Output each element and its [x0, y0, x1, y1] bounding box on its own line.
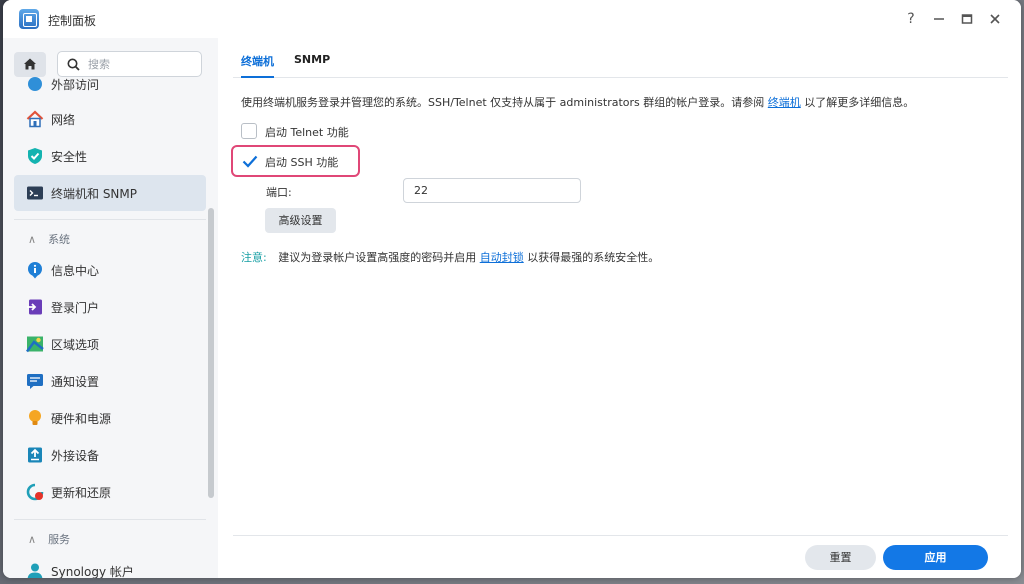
tab-bar: 终端机 SNMP: [233, 38, 1008, 78]
sidebar-item-label: 安全性: [51, 150, 88, 164]
sidebar-item-network[interactable]: 网络: [14, 101, 206, 137]
user-icon: [27, 563, 43, 578]
sidebar-item-label: 更新和还原: [51, 486, 112, 500]
sidebar-item-label: 通知设置: [51, 375, 100, 389]
port-label: 端口:: [266, 186, 292, 199]
notification-icon: [27, 374, 43, 389]
sidebar-item-label: 信息中心: [51, 264, 100, 278]
update-restore-icon: [26, 483, 44, 501]
sidebar-item-hardware-power[interactable]: 硬件和电源: [14, 400, 206, 436]
close-button[interactable]: [984, 8, 1006, 30]
sidebar-scrollbar[interactable]: [208, 208, 214, 498]
security-note: 注意: 建议为登录帐户设置高强度的密码并启用 自动封锁 以获得最强的系统安全性。: [241, 249, 659, 265]
sidebar-divider: [14, 519, 206, 520]
sidebar-item-label: 区域选项: [51, 338, 100, 352]
help-icon: ?: [907, 11, 915, 27]
note-text-end: 以获得最强的系统安全性。: [527, 251, 660, 264]
apply-button[interactable]: 应用: [883, 545, 988, 570]
sidebar-header-area: [3, 38, 218, 82]
sidebar-item-external-devices[interactable]: 外接设备: [14, 437, 206, 473]
sidebar-item-notification[interactable]: 通知设置: [14, 363, 206, 399]
control-panel-app-icon: [19, 9, 39, 29]
tab-snmp[interactable]: SNMP: [294, 53, 330, 66]
sidebar-item-terminal-snmp[interactable]: 终端机和 SNMP: [14, 175, 206, 211]
window-title: 控制面板: [48, 14, 97, 28]
terminal-help-link[interactable]: 终端机: [768, 96, 801, 109]
maximize-button[interactable]: [956, 8, 978, 30]
sidebar-item-info-center[interactable]: 信息中心: [14, 252, 206, 288]
auto-block-link[interactable]: 自动封锁: [480, 251, 524, 264]
description-text-end: 以了解更多详细信息。: [804, 96, 915, 109]
sidebar-item-synology-account[interactable]: Synology 帐户: [14, 553, 206, 578]
upload-device-icon: [28, 447, 42, 463]
close-icon: [990, 14, 1000, 24]
title-bar: 控制面板 ?: [3, 0, 1021, 38]
sidebar-item-label: 终端机和 SNMP: [51, 187, 137, 201]
main-panel: 终端机 SNMP 使用终端机服务登录并管理您的系统。SSH/Telnet 仅支持…: [218, 38, 1021, 578]
section-header-services[interactable]: ∧ 服务: [28, 531, 70, 547]
sidebar-item-login-portal[interactable]: 登录门户: [14, 289, 206, 325]
ssh-label: 启动 SSH 功能: [265, 156, 339, 169]
ssh-checkbox-checked-icon[interactable]: [241, 152, 259, 170]
chevron-up-icon: ∧: [28, 233, 37, 246]
reset-button[interactable]: 重置: [805, 545, 876, 570]
sidebar-item-label: 登录门户: [51, 301, 100, 315]
sidebar-item-security[interactable]: 安全性: [14, 138, 206, 174]
shield-icon: [28, 148, 42, 164]
section-title: 系统: [48, 233, 71, 246]
bulb-icon: [29, 410, 41, 425]
advanced-settings-button[interactable]: 高级设置: [265, 208, 336, 233]
network-house-icon: [26, 110, 44, 128]
map-icon: [26, 336, 44, 353]
description-text: 使用终端机服务登录并管理您的系统。SSH/Telnet 仅支持从属于 admin…: [241, 96, 765, 109]
section-title: 服务: [48, 533, 71, 546]
port-input[interactable]: [403, 178, 581, 203]
sidebar-item-label: Synology 帐户: [51, 565, 134, 578]
sidebar-item-label: 外接设备: [51, 449, 100, 463]
chevron-up-icon: ∧: [28, 533, 37, 546]
sidebar: 外部访问 网络 安全性 终端机和 SNMP ∧系统 信息中心 登录门户: [3, 38, 218, 578]
terminal-icon: [27, 186, 43, 200]
minimize-icon: [934, 18, 944, 20]
telnet-checkbox[interactable]: [241, 123, 257, 139]
terminal-description: 使用终端机服务登录并管理您的系统。SSH/Telnet 仅支持从属于 admin…: [241, 94, 914, 110]
help-button[interactable]: ?: [900, 8, 922, 30]
tab-terminal[interactable]: 终端机: [241, 53, 274, 78]
sidebar-item-label: 硬件和电源: [51, 412, 112, 426]
sidebar-item-label: 网络: [51, 113, 76, 127]
login-portal-icon: [27, 299, 42, 315]
minimize-button[interactable]: [928, 8, 950, 30]
note-text: 建议为登录帐户设置高强度的密码并启用: [278, 251, 477, 264]
sidebar-item-regional-options[interactable]: 区域选项: [14, 326, 206, 362]
sidebar-item-update-restore[interactable]: 更新和还原: [14, 474, 206, 510]
note-label: 注意:: [241, 251, 267, 264]
telnet-label: 启动 Telnet 功能: [265, 126, 349, 139]
control-panel-window: 控制面板 ? 外部访问 网络: [3, 0, 1021, 578]
footer-divider: [233, 535, 1008, 536]
info-icon: [28, 262, 42, 279]
maximize-icon: [961, 14, 973, 24]
sidebar-divider: [14, 219, 206, 220]
section-header-system[interactable]: ∧ 系统: [28, 231, 70, 247]
